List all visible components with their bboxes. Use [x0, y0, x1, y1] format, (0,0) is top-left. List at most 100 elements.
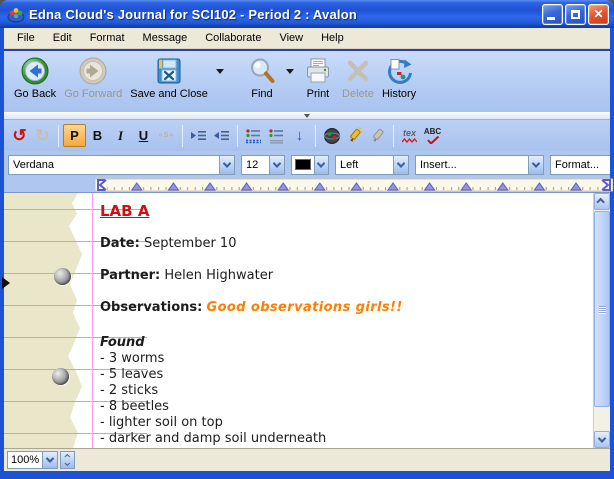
entry-list-button[interactable]	[265, 124, 288, 147]
dropdown-arrow-icon	[286, 69, 294, 74]
format-combo[interactable]: Format...	[550, 155, 610, 175]
check-spelling-as-you-type-button[interactable]: tex	[398, 124, 421, 147]
font-size-combo[interactable]: 12	[241, 155, 285, 175]
decrease-indent-icon	[213, 128, 230, 143]
zoom-dropdown[interactable]	[42, 452, 57, 468]
toolbar-splitter[interactable]	[4, 112, 610, 120]
highlight-pen-button[interactable]	[343, 124, 366, 147]
found-heading: Found	[100, 335, 573, 351]
chevron-down-icon	[64, 460, 70, 466]
list-item: - 2 sticks	[100, 383, 573, 399]
scrollbar-track[interactable]	[594, 210, 610, 431]
go-back-icon	[19, 55, 51, 87]
date-row: Date: September 10	[100, 236, 573, 252]
underline-button[interactable]: U	[132, 124, 155, 147]
separator	[393, 125, 394, 147]
chevron-down-icon	[317, 159, 325, 167]
ruler-row	[4, 178, 610, 192]
bold-button[interactable]: B	[86, 124, 109, 147]
find-button[interactable]: Find	[242, 54, 282, 101]
insert-link-button[interactable]	[320, 124, 343, 147]
find-dropdown[interactable]	[282, 54, 298, 88]
spin-up-button[interactable]	[61, 452, 74, 460]
alignment-combo[interactable]: Left	[335, 155, 409, 175]
ruler[interactable]	[95, 178, 613, 192]
paragraph-style-button[interactable]: P	[63, 124, 86, 147]
font-size-dropdown[interactable]	[269, 156, 284, 174]
menu-file[interactable]: File	[8, 30, 44, 46]
redo-icon: ↻	[35, 127, 49, 144]
delete-icon	[342, 55, 374, 87]
topic-list-icon	[245, 128, 262, 144]
redo-button: ↻	[31, 124, 54, 147]
spin-down-button[interactable]	[61, 460, 74, 468]
font-name-combo[interactable]: Verdana	[8, 155, 235, 175]
scrollbar-thumb[interactable]	[594, 211, 610, 407]
find-icon	[246, 55, 278, 87]
close-icon: ✕	[593, 8, 603, 20]
menu-help[interactable]: Help	[312, 30, 353, 46]
close-button[interactable]: ✕	[588, 4, 609, 25]
font-size-value: 12	[242, 159, 269, 171]
partner-row: Partner: Helen Highwater	[100, 268, 573, 284]
history-button[interactable]: History	[378, 54, 420, 101]
scroll-down-button[interactable]	[594, 431, 610, 448]
move-down-button[interactable]: ↓	[288, 124, 311, 147]
list-item: - darker and damp soil underneath	[100, 431, 573, 447]
chevron-down-icon	[532, 159, 540, 167]
date-value: September 10	[144, 236, 237, 251]
partner-label: Partner:	[100, 268, 160, 283]
entry-title: LAB A	[100, 202, 573, 220]
maximize-icon	[571, 10, 580, 19]
undo-button[interactable]: ↺	[8, 124, 31, 147]
zoom-spinner[interactable]	[60, 451, 75, 469]
globe-icon	[323, 127, 341, 145]
spell-check-icon: ABC	[424, 128, 441, 144]
menu-format[interactable]: Format	[81, 30, 134, 46]
save-and-close-label: Save and Close	[130, 88, 208, 100]
menu-message[interactable]: Message	[134, 30, 197, 46]
chevron-down-icon	[598, 434, 606, 442]
print-button[interactable]: Print	[298, 54, 338, 101]
topic-list-button[interactable]	[242, 124, 265, 147]
insert-combo[interactable]: Insert...	[415, 155, 544, 175]
history-label: History	[382, 88, 416, 100]
app-window: Edna Cloud's Journal for SCI102 - Period…	[0, 0, 614, 479]
save-and-close-button[interactable]: Save and Close	[126, 54, 212, 101]
insert-dropdown[interactable]	[528, 156, 543, 174]
vertical-scrollbar[interactable]	[593, 193, 610, 448]
punch-hole	[52, 368, 69, 385]
font-color-swatch	[295, 159, 311, 170]
date-label: Date:	[100, 236, 140, 251]
zoom-combo[interactable]: 100%	[7, 451, 58, 469]
decrease-indent-button[interactable]	[210, 124, 233, 147]
maximize-button[interactable]	[565, 4, 586, 25]
font-color-dropdown[interactable]	[314, 156, 328, 174]
increase-indent-button[interactable]	[187, 124, 210, 147]
minimize-button[interactable]	[542, 4, 563, 25]
print-icon	[302, 55, 334, 87]
undo-icon: ↺	[12, 127, 26, 144]
list-item: - 3 worms	[100, 351, 573, 367]
document-text[interactable]: LAB A Date: September 10 Partner: Helen …	[100, 193, 573, 447]
save-and-close-dropdown[interactable]	[212, 54, 228, 88]
go-forward-label: Go Forward	[64, 88, 122, 100]
menu-view[interactable]: View	[270, 30, 312, 46]
menu-edit[interactable]: Edit	[44, 30, 81, 46]
insert-value: Insert...	[416, 159, 528, 171]
journal-page[interactable]: LAB A Date: September 10 Partner: Helen …	[4, 193, 593, 448]
font-color-combo[interactable]	[291, 155, 329, 175]
title-bar[interactable]: Edna Cloud's Journal for SCI102 - Period…	[0, 0, 614, 28]
go-back-button[interactable]: Go Back	[10, 54, 60, 101]
thumb-grip	[599, 308, 606, 309]
italic-button[interactable]: I	[109, 124, 132, 147]
thumb-grip	[599, 306, 606, 307]
observations-label: Observations:	[100, 300, 202, 315]
chevron-down-icon	[273, 159, 281, 167]
observations-row: Observations: Good observations girls!!	[100, 300, 573, 316]
spell-check-button[interactable]: ABC	[421, 124, 444, 147]
font-name-dropdown[interactable]	[219, 156, 234, 174]
menu-collaborate[interactable]: Collaborate	[196, 30, 270, 46]
alignment-dropdown[interactable]	[393, 156, 408, 174]
scroll-up-button[interactable]	[594, 193, 610, 210]
